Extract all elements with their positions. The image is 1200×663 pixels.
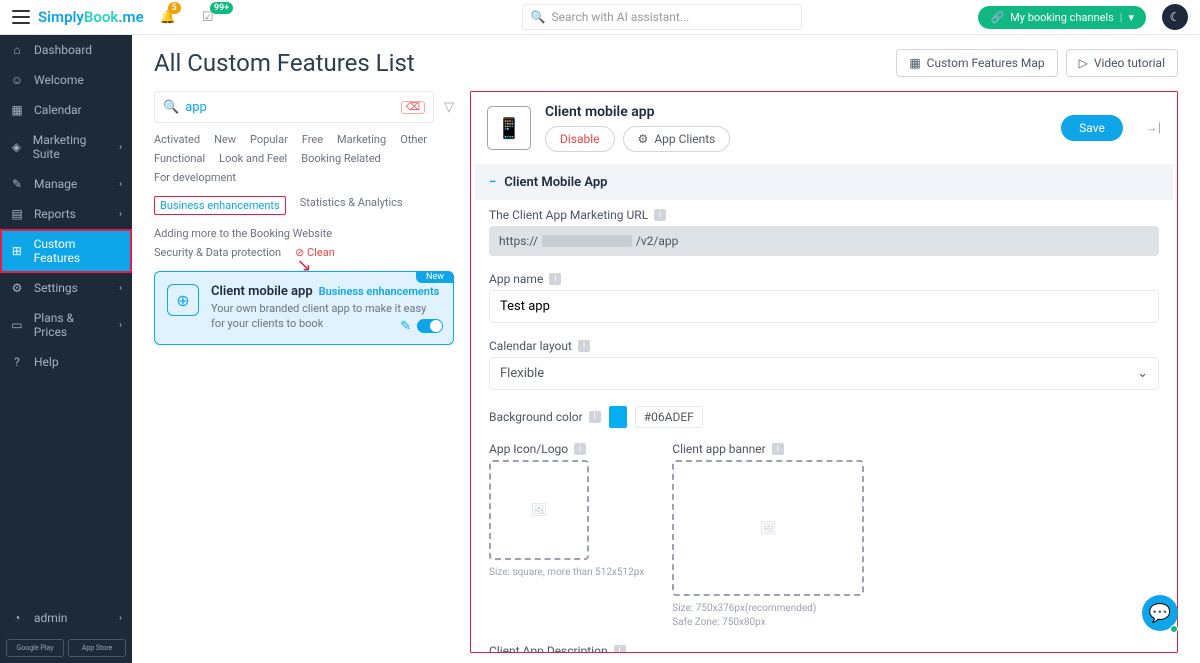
section-header[interactable]: −Client Mobile App [475,165,1173,200]
booking-channels-button[interactable]: 🔗My booking channels|▾ [978,6,1146,29]
filter-tag[interactable]: Look and Feel [219,152,287,165]
chevron-down-icon: ⌄ [1137,366,1148,381]
search-icon: 🔍 [163,100,179,115]
filter-tag[interactable]: Adding more to the Booking Website [154,227,332,240]
sidebar: ⌂Dashboard☺Welcome▦Calendar◈Marketing Su… [0,35,132,663]
info-icon[interactable]: i [549,273,561,285]
new-badge: New [416,271,454,283]
gear-icon: ⚙ [638,132,649,146]
info-icon[interactable]: i [654,209,666,221]
filter-tag[interactable]: For development [154,171,236,184]
search-icon: 🔍 [531,10,546,24]
info-icon[interactable]: i [614,645,626,652]
minus-icon: − [489,175,496,190]
sidebar-item-settings[interactable]: ⚙Settings› [0,273,132,303]
sidebar-item-plans-prices[interactable]: ▭Plans & Prices› [0,303,132,347]
marketing-url-readonly: https:///v2/app [489,226,1159,256]
chevron-right-icon: › [119,142,122,153]
chevron-right-icon: › [119,320,122,331]
nav-icon: ⊞ [10,244,24,258]
nav-icon: ? [10,355,24,369]
sidebar-item-admin[interactable]: ◔ admin › [0,603,132,633]
filter-tag[interactable]: Security & Data protection [154,246,281,259]
app-store-button[interactable]: App Store [68,639,126,657]
sidebar-item-custom-features[interactable]: ⊞Custom Features [0,229,132,273]
nav-icon: ⚙ [10,281,24,295]
info-icon[interactable]: i [772,443,784,455]
video-tutorial-button[interactable]: ▷Video tutorial [1066,49,1178,77]
info-icon[interactable]: i [578,340,590,352]
app-clients-button[interactable]: ⚙App Clients [623,126,731,152]
color-swatch[interactable] [609,406,627,428]
nav-icon: ◈ [10,140,23,154]
nav-icon: ▦ [10,103,24,117]
icon-hint: Size: square, more than 512x512px [489,566,644,580]
sidebar-item-dashboard[interactable]: ⌂Dashboard [0,35,132,65]
filter-tag[interactable]: Business enhancements [154,196,286,215]
sidebar-item-reports[interactable]: ▤Reports› [0,199,132,229]
filter-tag[interactable]: Other [400,133,427,146]
bell-icon[interactable]: 🔔5 [160,10,176,25]
mobile-app-icon: ⊕ [167,284,199,316]
ai-search[interactable]: 🔍Search with AI assistant... [522,4,802,30]
calendar-layout-select[interactable]: Flexible⌄ [489,357,1159,390]
save-button[interactable]: Save [1061,115,1123,141]
mobile-app-icon: 📱 [487,106,531,150]
sidebar-item-manage[interactable]: ✎Manage› [0,169,132,199]
chevron-right-icon: › [119,209,122,220]
color-hex-input[interactable]: #06ADEF [635,406,703,428]
nav-icon: ☺ [10,73,24,87]
page-title: All Custom Features List [154,49,415,77]
status-dot [1170,625,1178,633]
nav-icon: ▤ [10,207,24,221]
sidebar-item-help[interactable]: ?Help [0,347,132,377]
feature-search-input[interactable] [185,100,395,115]
banner-hint: Size: 750x376px(recommended)Safe Zone: 7… [672,602,864,630]
google-play-button[interactable]: Google Play [6,639,64,657]
menu-toggle[interactable] [12,10,30,24]
link-icon: 🔗 [990,11,1004,24]
app-name-input[interactable] [489,290,1159,323]
feature-card-client-mobile-app[interactable]: New ⊕ Client mobile appBusiness enhancem… [154,271,454,345]
filter-tag[interactable]: Free [302,133,323,146]
info-icon[interactable]: i [589,411,601,423]
chevron-right-icon: › [119,283,122,294]
chevron-down-icon: ▾ [1128,11,1134,24]
filter-tag[interactable]: Marketing [337,133,386,146]
chevron-right-icon: › [119,179,122,190]
edit-icon[interactable]: ✎ [400,319,411,334]
filter-tag[interactable]: Statistics & Analytics [300,196,403,215]
image-icon: 🖼 [760,521,777,536]
filter-tag[interactable]: New [214,133,236,146]
nav-icon: ▭ [10,318,24,332]
nav-icon: ⌂ [10,43,24,57]
tasks-icon[interactable]: ☑99+ [202,10,214,25]
chevron-right-icon: › [119,613,122,624]
nav-icon: ✎ [10,177,24,191]
filter-tag[interactable]: Booking Related [301,152,381,165]
features-map-button[interactable]: ▦Custom Features Map [896,49,1057,77]
map-icon: ▦ [909,56,920,70]
panel-title: Client mobile app [545,104,730,120]
image-icon: 🖼 [531,503,548,518]
filter-tag[interactable]: Activated [154,133,200,146]
app-banner-upload[interactable]: 🖼 [672,460,864,596]
theme-toggle[interactable]: ☾ [1162,4,1188,30]
filter-tag[interactable]: Functional [154,152,205,165]
feature-toggle[interactable] [417,319,443,333]
user-icon: ◔ [10,611,24,625]
sidebar-item-calendar[interactable]: ▦Calendar [0,95,132,125]
clear-search-button[interactable]: ⌫ [401,101,425,114]
play-icon: ▷ [1079,56,1088,70]
collapse-icon[interactable]: →| [1145,120,1161,136]
info-icon[interactable]: i [574,443,586,455]
sidebar-item-welcome[interactable]: ☺Welcome [0,65,132,95]
filter-icon[interactable]: ▽ [444,100,454,115]
filter-tag[interactable]: Popular [250,133,288,146]
app-icon-upload[interactable]: 🖼 [489,460,589,560]
logo[interactable]: SimplyBook.me [38,8,144,26]
sidebar-item-marketing-suite[interactable]: ◈Marketing Suite› [0,125,132,169]
disable-button[interactable]: Disable [545,126,615,152]
